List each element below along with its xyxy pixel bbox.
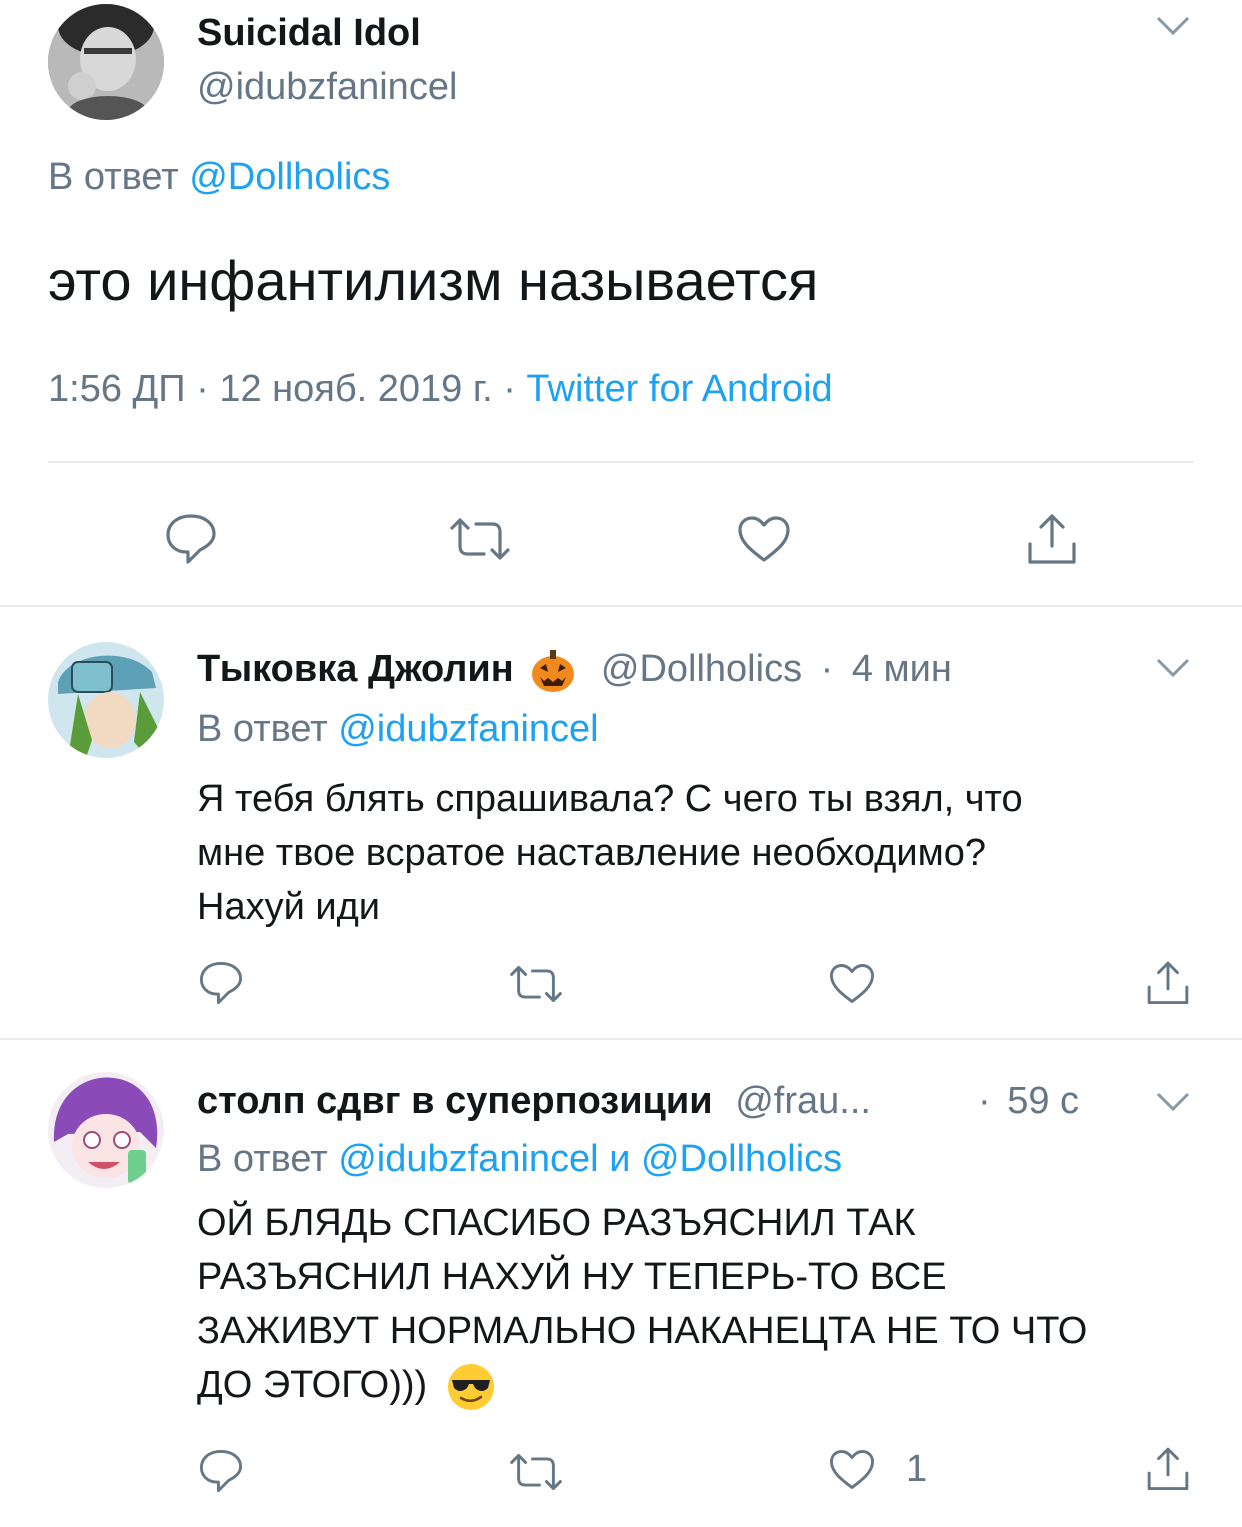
tweet-text: это инфантилизм называется [48,249,819,312]
reply-prefix: В ответ [48,156,179,198]
avatar[interactable] [48,642,164,758]
retweet-icon[interactable] [448,516,512,562]
reply-to-link[interactable]: @idubzfanincel [338,1138,598,1180]
tweet-text-line: ДО ЭТОГО))) [197,1364,428,1406]
reply-to-link[interactable]: @Dollholics [641,1138,842,1180]
share-icon[interactable] [1144,958,1192,1006]
like-icon[interactable] [828,1448,876,1491]
reply-header: Тыковка Джолин @Dollholics · 4 мин [197,648,952,694]
tweet-text-line: мне твое всратое наставление необходимо? [197,832,986,874]
tweet-text-line: Я тебя блять спрашивала? С чего ты взял,… [197,778,1023,820]
tweet-age: 4 мин [851,648,952,691]
reply-context: В ответ @Dollholics [48,156,390,199]
chevron-down-icon[interactable] [1155,14,1191,38]
tweet-time: 1:56 ДП [48,368,186,410]
tweet-divider [0,605,1242,607]
reply-and: и [609,1138,631,1180]
reply-to-link[interactable]: @Dollholics [189,156,390,198]
display-name[interactable]: столп сдвг в суперпозиции [197,1080,713,1122]
meta-divider [48,461,1194,463]
tweet-text-line: Нахуй иди [197,886,380,928]
reply-prefix: В ответ [197,708,328,750]
reply-prefix: В ответ [197,1138,328,1180]
tweet-age: 59 с [1007,1080,1080,1122]
reply-context: В ответ @idubzfanincel и @Dollholics [197,1138,842,1181]
retweet-icon[interactable] [508,1452,564,1492]
reply-icon[interactable] [164,512,218,566]
meta-separator: · [820,648,834,691]
like-icon[interactable] [828,962,876,1005]
tweet-text-line-last: ДО ЭТОГО))) [197,1358,1087,1412]
meta-separator: · [196,368,209,410]
like-count: 1 [906,1448,928,1490]
meta-separator: · [503,368,516,410]
retweet-icon[interactable] [508,964,564,1004]
share-icon[interactable] [1144,1444,1192,1492]
reply-header: столп сдвг в суперпозиции @frau... [197,1080,871,1123]
reply-age-block: · 59 с [978,1080,1079,1123]
like-icon[interactable] [736,514,792,564]
tweet-text: ОЙ БЛЯДЬ СПАСИБО РАЗЪЯСНИЛ ТАК РАЗЪЯСНИЛ… [197,1196,1087,1412]
display-name[interactable]: Тыковка Джолин [197,648,514,690]
sunglasses-emoji [446,1362,496,1412]
handle[interactable]: @frau... [735,1080,871,1122]
reply-icon[interactable] [198,1448,244,1494]
chevron-down-icon[interactable] [1155,656,1191,680]
tweet-text-line: ОЙ БЛЯДЬ СПАСИБО РАЗЪЯСНИЛ ТАК [197,1202,916,1244]
tweet-text: Я тебя блять спрашивала? С чего ты взял,… [197,772,1023,934]
tweet-text-line: ЗАЖИВУТ НОРМАЛЬНО НАКАНЕЦТА НЕ ТО ЧТО [197,1310,1088,1352]
jack-o-lantern-emoji [530,648,576,694]
tweet-divider [0,1038,1242,1040]
handle[interactable]: @idubzfanincel [197,66,457,109]
reply-context: В ответ @idubzfanincel [197,708,599,751]
avatar[interactable] [48,4,164,120]
chevron-down-icon[interactable] [1155,1090,1191,1114]
meta-separator: · [978,1080,991,1122]
handle[interactable]: @Dollholics [601,648,802,690]
avatar[interactable] [48,1072,164,1188]
tweet-date: 12 нояб. 2019 г. [219,368,493,410]
display-name[interactable]: Suicidal Idol [197,12,421,55]
tweet-source-link[interactable]: Twitter for Android [526,368,832,410]
tweet-text-line: РАЗЪЯСНИЛ НАХУЙ НУ ТЕПЕРЬ-ТО ВСЕ [197,1256,947,1298]
reply-to-link[interactable]: @idubzfanincel [338,708,598,750]
reply-icon[interactable] [198,960,244,1006]
share-icon[interactable] [1024,510,1080,566]
tweet-meta: 1:56 ДП · 12 нояб. 2019 г. · Twitter for… [48,368,833,411]
